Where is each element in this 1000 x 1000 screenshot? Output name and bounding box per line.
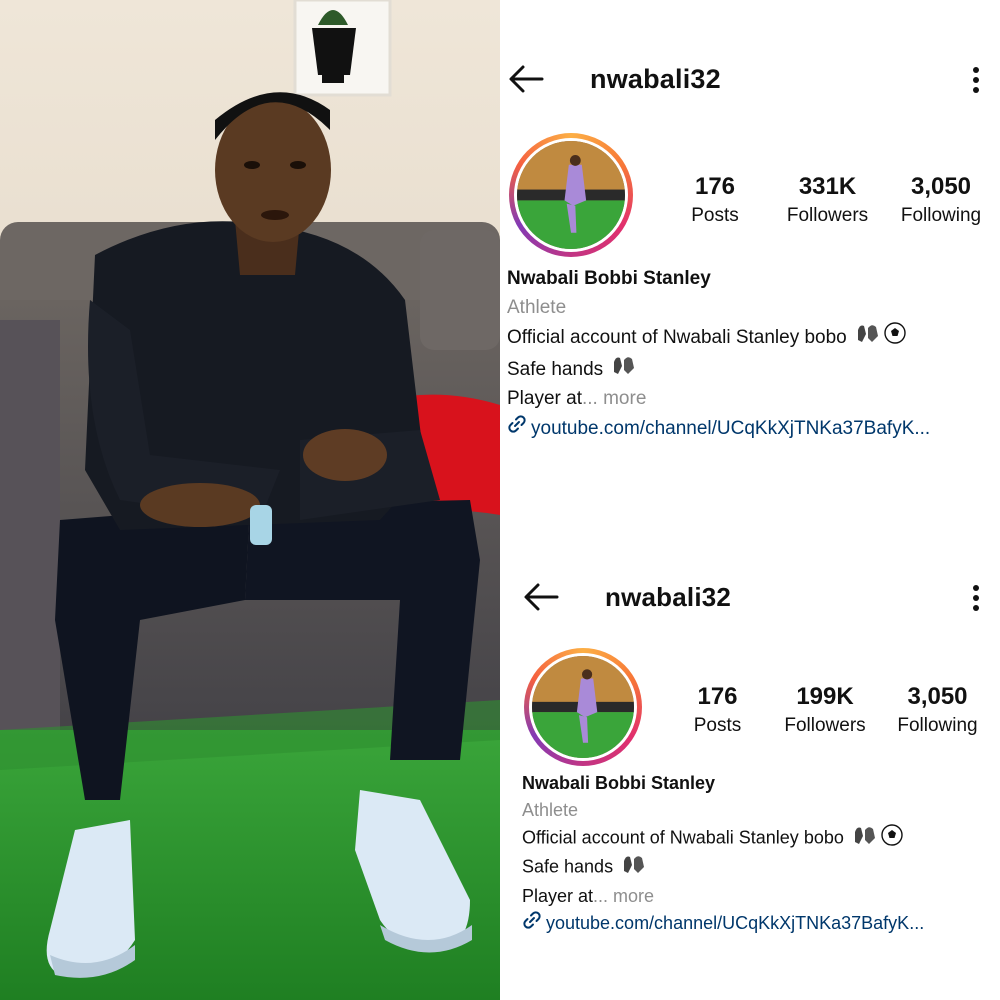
bio-text: Safe hands — [522, 857, 614, 878]
stat-followers[interactable]: 199K Followers — [775, 683, 875, 737]
bio-line: Player at... more — [522, 883, 992, 910]
goalkeeper-gloves-emoji — [612, 354, 636, 386]
external-link[interactable]: youtube.com/channel/UCqKkXjTNKa37BafyK..… — [507, 414, 997, 444]
stat-label: Followers — [786, 205, 869, 226]
display-name: Nwabali Bobbi Stanley — [522, 773, 716, 793]
profile-avatar[interactable] — [509, 133, 633, 257]
stat-followers[interactable]: 331K Followers — [770, 173, 885, 227]
stat-following[interactable]: 3,050 Following — [885, 683, 990, 737]
stat-value: 176 — [697, 683, 738, 710]
profile-stats: 176 Posts 199K Followers 3,050 Following — [675, 683, 995, 743]
profile-panel-1: nwabali32 176 Posts 331K Followers 3,050… — [500, 0, 1000, 470]
username: nwabali32 — [590, 64, 721, 94]
stat-label: Following — [900, 205, 982, 226]
profile-header: nwabali32 — [515, 568, 1000, 628]
stat-following[interactable]: 3,050 Following — [887, 173, 995, 227]
stat-posts[interactable]: 176 Posts — [675, 683, 760, 737]
stat-value: 199K — [796, 683, 854, 710]
bio-line: Safe hands — [522, 853, 992, 883]
stat-value: 331K — [798, 173, 857, 200]
bio-line: Player at... more — [507, 385, 997, 414]
back-arrow-icon[interactable] — [508, 64, 544, 94]
avatar-image — [532, 656, 634, 758]
more-link[interactable]: ... more — [582, 388, 646, 409]
username: nwabali32 — [605, 582, 732, 612]
link-icon — [507, 414, 527, 444]
stat-label: Posts — [691, 205, 739, 226]
bio-line: Official account of Nwabali Stanley bobo — [522, 823, 992, 854]
display-name: Nwabali Bobbi Stanley — [507, 268, 711, 289]
stat-value: 3,050 — [910, 173, 972, 200]
soccer-ball-emoji — [881, 823, 903, 854]
goalkeeper-gloves-emoji — [856, 322, 880, 354]
profile-stats: 176 Posts 331K Followers 3,050 Following — [665, 173, 995, 233]
external-link[interactable]: youtube.com/channel/UCqKkXjTNKa37BafyK..… — [522, 910, 992, 938]
link-icon — [522, 910, 542, 938]
bio-line: Official account of Nwabali Stanley bobo — [507, 322, 997, 354]
back-arrow-icon[interactable] — [523, 582, 559, 612]
bio-line: Safe hands — [507, 354, 997, 386]
more-options-icon[interactable] — [972, 66, 980, 94]
link-text: youtube.com/channel/UCqKkXjTNKa37BafyK..… — [531, 417, 931, 439]
profile-header: nwabali32 — [500, 50, 1000, 110]
category-label: Athlete — [522, 799, 579, 820]
athlete-photo-illustration — [0, 0, 500, 1000]
avatar-image — [517, 141, 625, 249]
profile-avatar[interactable] — [524, 648, 642, 766]
more-options-icon[interactable] — [972, 584, 980, 612]
stat-label: Followers — [784, 715, 866, 736]
profile-bio: Nwabali Bobbi Stanley Athlete Official a… — [522, 770, 992, 938]
soccer-ball-emoji — [884, 322, 906, 354]
category-label: Athlete — [507, 296, 567, 318]
bio-text: Player at — [507, 388, 582, 409]
profile-panel-2: nwabali32 176 Posts 199K Followers 3,050… — [515, 520, 1000, 990]
bio-text: Official account of Nwabali Stanley bobo — [507, 326, 847, 348]
stat-posts[interactable]: 176 Posts — [665, 173, 765, 227]
stat-value: 3,050 — [907, 683, 968, 710]
bio-text: Safe hands — [507, 358, 604, 380]
athlete-photo — [0, 0, 500, 1000]
stat-label: Following — [897, 715, 978, 736]
bio-text: Official account of Nwabali Stanley bobo — [522, 827, 844, 848]
profile-bio: Nwabali Bobbi Stanley Athlete Official a… — [507, 265, 997, 443]
goalkeeper-gloves-emoji — [622, 853, 646, 883]
profile-screenshots: nwabali32 176 Posts 331K Followers 3,050… — [500, 0, 1000, 1000]
stat-value: 176 — [694, 173, 736, 200]
more-link[interactable]: ... more — [593, 886, 654, 906]
link-text: youtube.com/channel/UCqKkXjTNKa37BafyK..… — [546, 912, 925, 933]
goalkeeper-gloves-emoji — [853, 824, 877, 854]
bio-text: Player at — [522, 886, 594, 907]
stat-label: Posts — [693, 715, 742, 736]
